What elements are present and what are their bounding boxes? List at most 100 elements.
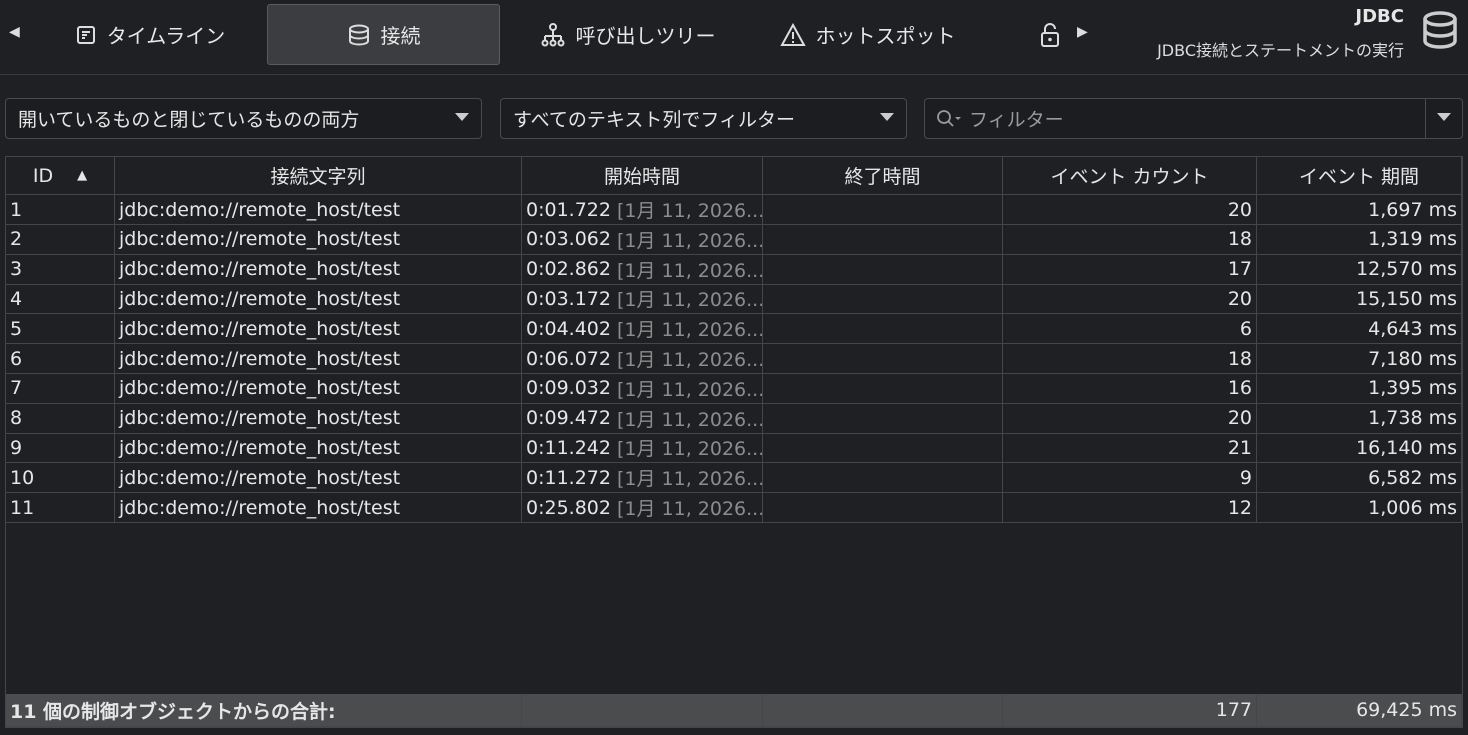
- scroll-left-icon[interactable]: ◀: [9, 24, 20, 40]
- cell-connection-string-text: jdbc:demo://remote_host/test: [119, 228, 401, 251]
- column-header-event-count[interactable]: イベント カウント: [1003, 157, 1257, 195]
- cell-id-text: 1: [10, 198, 23, 221]
- cell-start-time-text: [1月 11, 2026...: [616, 349, 763, 371]
- search-placeholder: フィルター: [969, 109, 1064, 131]
- cell-connection-string-text: jdbc:demo://remote_host/test: [119, 258, 401, 281]
- table-row[interactable]: 8 jdbc:demo://remote_host/test 0:09.472 [1月…: [6, 403, 1462, 434]
- cell-start-time-text: [1月 11, 2026...: [616, 498, 763, 520]
- cell-event-duration: 1,006 ms: [1257, 493, 1462, 523]
- cell-event-count: 20: [1003, 195, 1257, 225]
- cell-end-time: [763, 373, 1003, 404]
- state-filter-dropdown[interactable]: 開いているものと閉じているものの両方: [5, 98, 482, 139]
- totals-event-duration: 69,425 ms: [1257, 694, 1462, 727]
- cell-id: 1: [6, 195, 115, 225]
- cell-event-duration: 1,697 ms: [1257, 195, 1462, 225]
- cell-start-time-text: 0:09.472: [526, 407, 611, 430]
- cell-event-duration: 7,180 ms: [1257, 344, 1462, 374]
- cell-id-text: 10: [10, 466, 35, 489]
- cell-start-time-text: 0:06.072: [526, 347, 611, 370]
- column-header-id[interactable]: ID ▲: [6, 157, 115, 195]
- tab-call-tree[interactable]: 呼び出しツリー: [520, 4, 735, 65]
- cell-event-duration-text: 7,180 ms: [1368, 347, 1457, 370]
- cell-event-count: 20: [1003, 403, 1257, 434]
- table-row[interactable]: 7 jdbc:demo://remote_host/test 0:09.032 [1月…: [6, 373, 1462, 404]
- table-row[interactable]: 1 jdbc:demo://remote_host/test 0:01.722 [1月…: [6, 195, 1462, 225]
- column-header-connection-string[interactable]: 接続文字列: [115, 157, 522, 195]
- cell-event-count: 6: [1003, 314, 1257, 345]
- cell-event-duration-text: 15,150 ms: [1356, 287, 1457, 310]
- cell-event-duration: 1,738 ms: [1257, 403, 1462, 434]
- view-subtitle: JDBC接続とステートメントの実行: [1157, 41, 1404, 60]
- table-row[interactable]: 5 jdbc:demo://remote_host/test 0:04.402 [1月…: [6, 314, 1462, 345]
- search-input[interactable]: フィルター: [924, 98, 1463, 139]
- column-header-end-time[interactable]: 終了時間: [763, 157, 1003, 195]
- cell-start-time-text: 0:25.802: [526, 496, 611, 519]
- tab-timeline[interactable]: タイムライン: [55, 4, 245, 65]
- cell-event-duration-text: 4,643 ms: [1368, 317, 1457, 340]
- cell-id: 8: [6, 403, 115, 434]
- database-icon: [348, 24, 369, 46]
- cell-start-time-text: 0:03.062: [526, 228, 611, 251]
- cell-event-duration: 1,395 ms: [1257, 373, 1462, 404]
- cell-id-text: 11: [10, 496, 35, 519]
- tab-connections[interactable]: 接続: [267, 4, 500, 65]
- cell-connection-string: jdbc:demo://remote_host/test: [115, 224, 522, 255]
- cell-event-count: 9: [1003, 463, 1257, 494]
- chevron-down-icon: [455, 113, 469, 121]
- column-filter-dropdown[interactable]: すべてのテキスト列でフィルター: [500, 98, 907, 139]
- cell-event-duration-text: 1,395 ms: [1368, 377, 1457, 400]
- cell-connection-string: jdbc:demo://remote_host/test: [115, 403, 522, 434]
- cell-id-text: 4: [10, 287, 23, 310]
- cell-connection-string: jdbc:demo://remote_host/test: [115, 195, 522, 225]
- cell-start-time: 0:09.472 [1月 11, 2026...: [522, 403, 763, 434]
- cell-start-time-text: [1月 11, 2026...: [616, 319, 763, 342]
- cell-event-count-text: 9: [1239, 466, 1252, 489]
- cell-end-time: [763, 314, 1003, 345]
- cell-connection-string-text: jdbc:demo://remote_host/test: [119, 317, 401, 340]
- table-row[interactable]: 3 jdbc:demo://remote_host/test 0:02.862 [1月…: [6, 254, 1462, 285]
- cell-event-count-text: 18: [1227, 228, 1252, 251]
- table-row[interactable]: 2 jdbc:demo://remote_host/test 0:03.062 [1月…: [6, 224, 1462, 255]
- cell-connection-string-text: jdbc:demo://remote_host/test: [119, 496, 401, 519]
- cell-start-time-text: 0:11.242: [526, 436, 611, 459]
- cell-start-time-text: [1月 11, 2026...: [616, 438, 763, 461]
- cell-event-count: 18: [1003, 344, 1257, 374]
- table-row[interactable]: 6 jdbc:demo://remote_host/test 0:06.072 [1月…: [6, 344, 1462, 374]
- cell-end-time: [763, 254, 1003, 285]
- cell-connection-string-text: jdbc:demo://remote_host/test: [119, 466, 401, 489]
- chevron-down-icon: [1437, 113, 1451, 121]
- cell-start-time-text: [1月 11, 2026...: [616, 378, 763, 401]
- tab-label: ホットスポット: [815, 24, 956, 48]
- table-header: ID ▲ 接続文字列 開始時間 終了時間 イベント カウント イベント 期間: [6, 157, 1462, 195]
- cell-connection-string-text: jdbc:demo://remote_host/test: [119, 347, 401, 370]
- cell-event-count-text: 20: [1227, 287, 1252, 310]
- cell-event-duration-text: 16,140 ms: [1356, 436, 1457, 459]
- tab-locks[interactable]: [1030, 4, 1070, 65]
- cell-end-time: [763, 463, 1003, 494]
- column-header-event-duration[interactable]: イベント 期間: [1257, 157, 1462, 195]
- sort-ascending-icon: ▲: [77, 168, 88, 183]
- table-row[interactable]: 9 jdbc:demo://remote_host/test 0:11.242 [1月…: [6, 433, 1462, 464]
- search-history-button[interactable]: [1425, 99, 1462, 138]
- cell-event-count-text: 20: [1227, 198, 1252, 221]
- cell-start-time: 0:06.072 [1月 11, 2026...: [522, 344, 763, 374]
- cell-id: 10: [6, 463, 115, 494]
- table-row[interactable]: 10 jdbc:demo://remote_host/test 0:11.272 [1…: [6, 463, 1462, 494]
- cell-event-duration: 12,570 ms: [1257, 254, 1462, 285]
- cell-end-time: [763, 284, 1003, 315]
- table-row[interactable]: 11 jdbc:demo://remote_host/test 0:25.802 [1…: [6, 493, 1462, 523]
- view-title: JDBC: [1355, 6, 1404, 27]
- cell-event-duration-text: 1,319 ms: [1368, 228, 1457, 251]
- table-row[interactable]: 4 jdbc:demo://remote_host/test 0:03.172 [1月…: [6, 284, 1462, 315]
- column-header-start-time[interactable]: 開始時間: [522, 157, 763, 195]
- totals-label: 11 個の制御オブジェクトからの合計:: [6, 694, 522, 727]
- cell-end-time: [763, 433, 1003, 464]
- call-tree-icon: [541, 22, 564, 46]
- cell-event-duration-text: 12,570 ms: [1356, 258, 1457, 281]
- cell-connection-string-text: jdbc:demo://remote_host/test: [119, 407, 401, 430]
- tab-hotspots[interactable]: ホットスポット: [760, 4, 975, 65]
- cell-id-text: 3: [10, 258, 23, 281]
- scroll-right-icon[interactable]: ▶: [1077, 24, 1088, 40]
- cell-end-time: [763, 195, 1003, 225]
- warning-icon: [779, 22, 806, 46]
